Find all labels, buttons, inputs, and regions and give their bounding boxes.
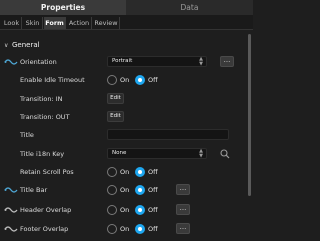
header-overlap-row: Header Overlap On Off ... [0,202,246,218]
responsive-link-icon[interactable] [4,185,18,195]
footer-overlap-row: Footer Overlap On Off ... [0,221,246,237]
title-bar-off-label: Off [148,186,158,194]
chevron-down-icon: ∨ [4,42,9,49]
retain-scroll-off-label: Off [148,168,158,176]
responsive-link-icon[interactable] [4,224,18,234]
retain-scroll-row: Retain Scroll Pos On Off [0,164,246,180]
header-overlap-off-radio[interactable] [135,205,145,215]
title-bar-on-radio[interactable] [107,185,117,195]
title-i18n-select[interactable]: None ▲ ▼ [107,148,207,159]
footer-overlap-off-radio[interactable] [135,224,145,234]
responsive-link-icon[interactable] [4,57,18,67]
tab-action[interactable]: Action [67,17,92,29]
section-title: General [12,41,40,49]
select-arrows-icon: ▲ ▼ [199,56,203,67]
transition-in-row: Transition: IN Edit [0,91,246,107]
transition-in-label: Transition: IN [20,95,63,103]
idle-timeout-label: Enable Idle Timeout [20,76,85,84]
tab-properties[interactable]: Properties [0,0,126,15]
select-arrows-icon: ▲ ▼ [199,148,203,159]
idle-timeout-off-label: Off [148,76,158,84]
orientation-row: Orientation Portrait ▲ ▼ ... [0,54,246,70]
title-row: Title [0,127,246,143]
title-input[interactable] [107,129,229,140]
orientation-select[interactable]: Portrait ▲ ▼ [107,56,207,67]
header-overlap-label: Header Overlap [20,206,72,214]
title-bar-on-label: On [120,186,130,194]
retain-scroll-label: Retain Scroll Pos [20,168,74,176]
idle-timeout-on-radio[interactable] [107,75,117,85]
transition-out-row: Transition: OUT Edit [0,109,246,125]
footer-overlap-more-button[interactable]: ... [176,223,190,234]
tab-data[interactable]: Data [126,0,253,15]
orientation-more-button[interactable]: ... [220,56,234,67]
title-bar-more-button[interactable]: ... [176,184,190,195]
search-icon[interactable] [220,149,230,159]
idle-timeout-row: Enable Idle Timeout On Off [0,72,246,88]
top-tab-bar: Properties Data [0,0,253,15]
transition-out-edit-button[interactable]: Edit [107,111,124,122]
retain-scroll-on-label: On [120,168,130,176]
transition-in-edit-button[interactable]: Edit [107,93,124,104]
header-overlap-more-button[interactable]: ... [176,204,190,215]
responsive-link-icon[interactable] [4,205,18,215]
tab-form[interactable]: Form [44,17,66,29]
scrollbar-thumb[interactable] [248,34,251,196]
retain-scroll-on-radio[interactable] [107,167,117,177]
sub-tab-bar: Look Skin Form Action Review [0,15,253,30]
idle-timeout-on-label: On [120,76,130,84]
header-overlap-on-label: On [120,206,130,214]
title-i18n-row: Title i18n Key None ▲ ▼ [0,146,246,162]
title-label: Title [20,131,34,139]
title-bar-off-radio[interactable] [135,185,145,195]
section-general-header[interactable]: ∨ General [4,39,40,51]
footer-overlap-off-label: Off [148,225,158,233]
orientation-value: Portrait [112,58,133,64]
header-overlap-on-radio[interactable] [107,205,117,215]
title-bar-label: Title Bar [20,186,48,194]
tab-skin[interactable]: Skin [23,17,43,29]
tab-look[interactable]: Look [2,17,22,29]
title-i18n-value: None [112,150,127,156]
title-bar-row: Title Bar On Off ... [0,182,246,198]
idle-timeout-off-radio[interactable] [135,75,145,85]
title-i18n-label: Title i18n Key [20,150,65,158]
orientation-label: Orientation [20,58,57,66]
footer-overlap-on-radio[interactable] [107,224,117,234]
footer-overlap-label: Footer Overlap [20,225,69,233]
footer-overlap-on-label: On [120,225,130,233]
transition-out-label: Transition: OUT [20,113,70,121]
tab-review[interactable]: Review [93,17,120,29]
header-overlap-off-label: Off [148,206,158,214]
retain-scroll-off-radio[interactable] [135,167,145,177]
